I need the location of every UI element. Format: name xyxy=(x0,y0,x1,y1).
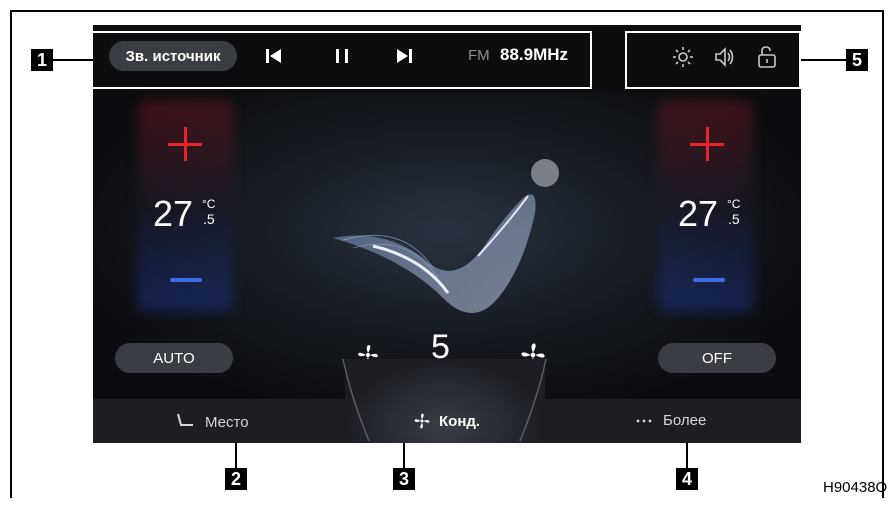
tab-seat[interactable]: Место xyxy=(175,412,249,432)
right-temp-whole: 27 xyxy=(678,193,719,234)
callout-2-line xyxy=(235,443,237,469)
right-temp-down-button[interactable] xyxy=(693,278,725,282)
callout-5-label: 5 xyxy=(846,49,868,71)
right-temperature: 27 °C .5 xyxy=(678,193,740,235)
auto-button[interactable]: AUTO xyxy=(115,343,233,373)
figure-code: H90438O xyxy=(823,479,888,496)
callout-5-line xyxy=(801,59,846,61)
callout-4-line xyxy=(686,443,688,469)
tab-more[interactable]: Более xyxy=(635,412,706,429)
right-temp-unit: °C xyxy=(727,197,741,211)
callout-box-1 xyxy=(91,31,592,89)
tab-more-label: Более xyxy=(663,412,707,429)
callout-1-line xyxy=(53,59,93,61)
seat-airflow-graphic xyxy=(333,159,559,313)
left-temp-decimal: .5 xyxy=(203,211,215,227)
callout-box-5 xyxy=(625,31,801,89)
callout-3-label: 3 xyxy=(393,468,415,490)
tab-ac-label: Конд. xyxy=(439,412,481,430)
callout-3-line xyxy=(403,443,405,469)
bottom-tab-bar: Место Конд. Более xyxy=(93,358,801,443)
tab-divider-right xyxy=(519,358,547,442)
tab-divider-left xyxy=(342,358,370,442)
climate-panel: 27 °C .5 AUTO 27 °C .5 OFF 5 xyxy=(93,93,801,399)
fan-icon xyxy=(414,413,430,429)
off-button[interactable]: OFF xyxy=(658,343,776,373)
right-temp-decimal: .5 xyxy=(728,211,740,227)
callout-2-label: 2 xyxy=(225,468,247,490)
more-dots-icon xyxy=(636,419,652,422)
left-temp-whole: 27 xyxy=(153,193,194,234)
left-temp-down-button[interactable] xyxy=(170,278,202,282)
left-temp-unit: °C xyxy=(202,197,216,211)
tab-seat-label: Место xyxy=(205,413,249,431)
tab-ac[interactable]: Конд. xyxy=(413,412,480,430)
left-temperature: 27 °C .5 xyxy=(153,193,215,235)
callout-4-label: 4 xyxy=(676,468,698,490)
tab-active-highlight xyxy=(345,359,545,443)
right-temp-up-button[interactable] xyxy=(690,127,724,161)
left-temp-up-button[interactable] xyxy=(168,127,202,161)
seat-icon xyxy=(177,413,193,426)
callout-1-label: 1 xyxy=(31,49,53,71)
